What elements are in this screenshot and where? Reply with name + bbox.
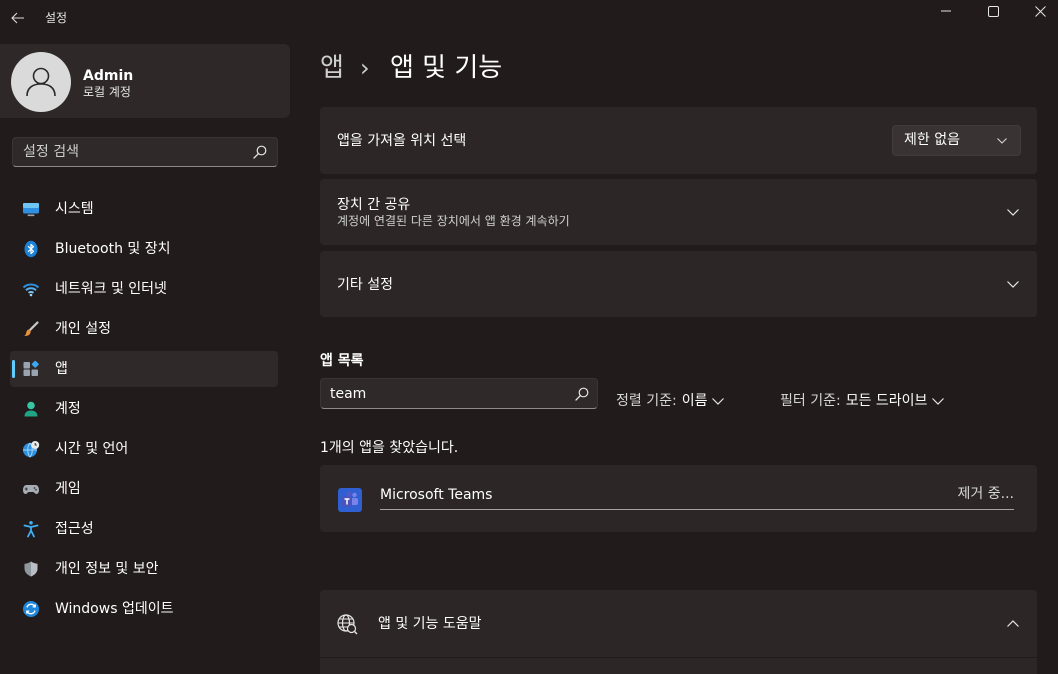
gaming-icon: [22, 480, 40, 498]
share-across-devices-description: 계정에 연결된 다른 장치에서 앱 환경 계속하기: [337, 214, 570, 228]
teams-icon: [338, 488, 362, 512]
nav-item-accounts[interactable]: 계정: [10, 391, 278, 427]
share-across-devices-label: 장치 간 공유: [337, 197, 411, 213]
nav-item-privacy-security[interactable]: 개인 정보 및 보안: [10, 551, 278, 587]
nav-item-system[interactable]: 시스템: [10, 191, 278, 227]
app-name: Microsoft Teams: [380, 487, 493, 503]
privacy-security-icon: [22, 560, 40, 578]
sort-label: 정렬 기준:: [616, 393, 677, 409]
breadcrumb-separator: ›: [360, 54, 370, 82]
app-list-item: Microsoft Teams 제거 중...: [320, 465, 1037, 532]
avatar: [11, 52, 71, 112]
nav-item-accessibility[interactable]: 접근성: [10, 511, 278, 547]
time-language-icon: [22, 440, 40, 458]
filter-value: 모든 드라이브: [845, 393, 928, 409]
nav-item-network[interactable]: 네트워크 및 인터넷: [10, 271, 278, 307]
apps-icon: [22, 360, 40, 378]
globe-help-icon: [336, 613, 358, 635]
chevron-up-icon: [1007, 620, 1019, 627]
nav-item-label: 게임: [55, 481, 81, 497]
filter-dropdown[interactable]: 필터 기준: 모든 드라이브: [780, 392, 945, 410]
help-expanded-content: [320, 658, 1037, 674]
help-card[interactable]: 앱 및 기능 도움말: [320, 590, 1037, 657]
app-search-box[interactable]: [320, 378, 598, 409]
nav-item-label: Windows 업데이트: [55, 601, 174, 617]
sort-dropdown[interactable]: 정렬 기준: 이름: [616, 392, 725, 410]
nav-item-label: Bluetooth 및 장치: [55, 241, 171, 257]
nav-item-label: 앱: [55, 361, 68, 377]
nav-item-label: 네트워크 및 인터넷: [55, 281, 167, 297]
chevron-down-icon: [1007, 209, 1019, 216]
maximize-button[interactable]: [975, 0, 1011, 22]
app-status: 제거 중...: [957, 486, 1014, 502]
chevron-down-icon: [932, 397, 945, 405]
nav-item-label: 개인 설정: [55, 321, 111, 337]
search-icon[interactable]: [575, 387, 589, 401]
title-bar: 설정: [0, 0, 1058, 32]
filter-label: 필터 기준:: [780, 393, 841, 409]
user-icon: [26, 67, 56, 97]
dropdown-value: 제한 없음: [904, 132, 960, 148]
search-icon[interactable]: [253, 145, 267, 159]
nav-item-apps[interactable]: 앱: [10, 351, 278, 387]
share-across-devices-card[interactable]: 장치 간 공유 계정에 연결된 다른 장치에서 앱 환경 계속하기: [320, 179, 1037, 245]
nav-item-label: 시간 및 언어: [55, 441, 129, 457]
result-count: 1개의 앱을 찾았습니다.: [320, 440, 459, 456]
windows-update-icon: [22, 600, 40, 618]
nav-item-bluetooth[interactable]: Bluetooth 및 장치: [10, 231, 278, 267]
nav-item-time-language[interactable]: 시간 및 언어: [10, 431, 278, 467]
minimize-icon: [941, 10, 951, 12]
nav-item-windows-update[interactable]: Windows 업데이트: [10, 591, 278, 627]
personalization-icon: [22, 320, 40, 338]
profile-card[interactable]: Admin 로컬 계정: [0, 44, 290, 118]
page-title: 앱 및 기능: [390, 53, 503, 83]
install-source-label: 앱을 가져올 위치 선택: [337, 133, 467, 149]
help-label: 앱 및 기능 도움말: [378, 616, 482, 632]
settings-search[interactable]: [12, 137, 278, 167]
selected-indicator: [12, 360, 15, 378]
chevron-down-icon: [1007, 281, 1019, 288]
profile-name: Admin: [83, 68, 134, 84]
install-source-card: 앱을 가져올 위치 선택 제한 없음: [320, 107, 1037, 174]
close-icon: [1034, 5, 1046, 17]
chevron-down-icon: [997, 138, 1007, 144]
accounts-icon: [22, 400, 40, 418]
back-button[interactable]: [6, 6, 30, 30]
network-icon: [22, 280, 40, 298]
more-settings-card[interactable]: 기타 설정: [320, 251, 1037, 317]
account-type: 로컬 계정: [83, 85, 131, 99]
uninstall-progress-bar: [380, 509, 1014, 510]
app-search-input[interactable]: [321, 379, 597, 408]
search-input[interactable]: [13, 138, 277, 166]
window-title: 설정: [45, 11, 68, 25]
bluetooth-icon: [22, 240, 40, 258]
system-icon: [22, 200, 40, 218]
nav-item-label: 시스템: [55, 201, 94, 217]
nav-item-personalization[interactable]: 개인 설정: [10, 311, 278, 347]
sort-value: 이름: [681, 393, 708, 409]
close-button[interactable]: [1022, 0, 1058, 22]
nav-item-label: 접근성: [55, 521, 94, 537]
nav-item-gaming[interactable]: 게임: [10, 471, 278, 507]
install-source-dropdown[interactable]: 제한 없음: [892, 125, 1021, 156]
breadcrumb-parent[interactable]: 앱: [320, 50, 344, 86]
chevron-down-icon: [712, 397, 725, 405]
more-settings-label: 기타 설정: [337, 277, 393, 293]
minimize-button[interactable]: [928, 0, 964, 22]
nav-item-label: 개인 정보 및 보안: [55, 561, 159, 577]
nav-item-label: 계정: [55, 401, 81, 417]
accessibility-icon: [22, 520, 40, 538]
maximize-icon: [987, 5, 999, 17]
app-list-heading: 앱 목록: [320, 353, 364, 369]
back-arrow-icon: [11, 12, 24, 24]
